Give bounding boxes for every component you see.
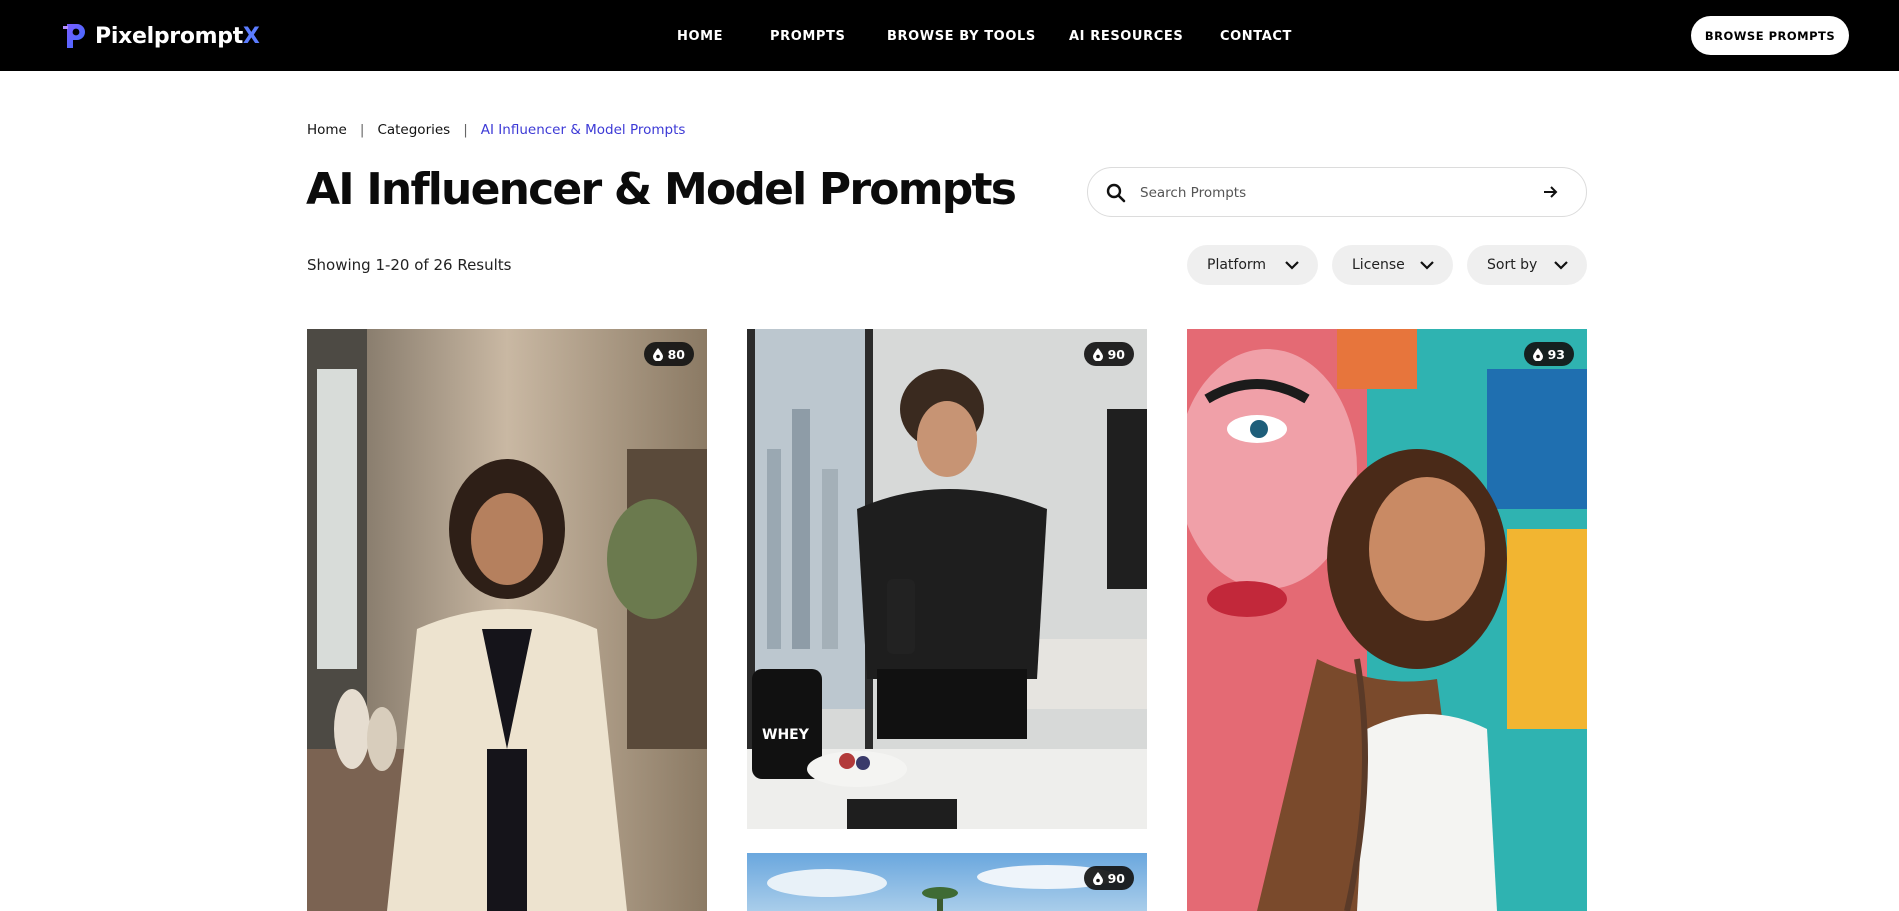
- prompt-card[interactable]: 90: [747, 853, 1147, 911]
- breadcrumb-home[interactable]: Home: [307, 122, 347, 138]
- arrow-right-icon[interactable]: [1541, 182, 1561, 202]
- score-badge: 80: [643, 342, 694, 366]
- chevron-down-icon: [1554, 261, 1568, 270]
- nav-prompts[interactable]: PROMPTS: [770, 29, 845, 44]
- prompt-card[interactable]: WHEY 90: [747, 329, 1147, 829]
- prompt-card[interactable]: 80: [307, 329, 707, 911]
- score-badge: 90: [1083, 866, 1134, 890]
- sort-filter-label: Sort by: [1487, 257, 1538, 273]
- breadcrumb-separator: |: [463, 122, 468, 138]
- prompt-image: WHEY: [747, 329, 1147, 829]
- site-header: PixelpromptX HOME PROMPTS BROWSE BY TOOL…: [0, 0, 1899, 71]
- platform-filter[interactable]: Platform: [1187, 245, 1318, 285]
- main-nav: HOME PROMPTS BROWSE BY TOOLS AI RESOURCE…: [0, 0, 1899, 71]
- chevron-down-icon: [1420, 261, 1434, 270]
- drop-icon: [1092, 347, 1103, 361]
- drop-icon: [652, 347, 663, 361]
- search-input[interactable]: [1140, 181, 1520, 205]
- page-title: AI Influencer & Model Prompts: [306, 164, 1017, 215]
- prompt-image: [307, 329, 707, 911]
- sort-filter[interactable]: Sort by: [1467, 245, 1587, 285]
- nav-home[interactable]: HOME: [677, 29, 723, 44]
- score-value: 93: [1547, 346, 1565, 362]
- chevron-down-icon: [1285, 261, 1299, 270]
- prompt-card[interactable]: 93: [1187, 329, 1587, 911]
- svg-text:WHEY: WHEY: [762, 727, 810, 743]
- browse-prompts-button[interactable]: BROWSE PROMPTS: [1691, 16, 1849, 55]
- license-filter[interactable]: License: [1332, 245, 1453, 285]
- breadcrumb-current: AI Influencer & Model Prompts: [480, 122, 686, 138]
- nav-ai-resources[interactable]: AI RESOURCES: [1069, 29, 1183, 44]
- breadcrumb: Home | Categories | AI Influencer & Mode…: [307, 122, 685, 138]
- drop-icon: [1532, 347, 1543, 361]
- score-value: 80: [667, 346, 685, 362]
- prompt-image: [1187, 329, 1587, 911]
- search-icon: [1106, 183, 1126, 203]
- breadcrumb-separator: |: [359, 122, 365, 138]
- score-value: 90: [1107, 346, 1125, 362]
- score-value: 90: [1107, 870, 1125, 886]
- score-badge: 90: [1083, 342, 1134, 366]
- score-badge: 93: [1523, 342, 1574, 366]
- platform-filter-label: Platform: [1207, 257, 1267, 273]
- results-count: Showing 1-20 of 26 Results: [307, 256, 512, 274]
- nav-browse-by-tools[interactable]: BROWSE BY TOOLS: [887, 29, 1036, 44]
- nav-contact[interactable]: CONTACT: [1220, 29, 1292, 44]
- search-box: [1087, 167, 1587, 217]
- license-filter-label: License: [1352, 257, 1405, 273]
- drop-icon: [1092, 871, 1103, 885]
- breadcrumb-categories[interactable]: Categories: [377, 122, 450, 138]
